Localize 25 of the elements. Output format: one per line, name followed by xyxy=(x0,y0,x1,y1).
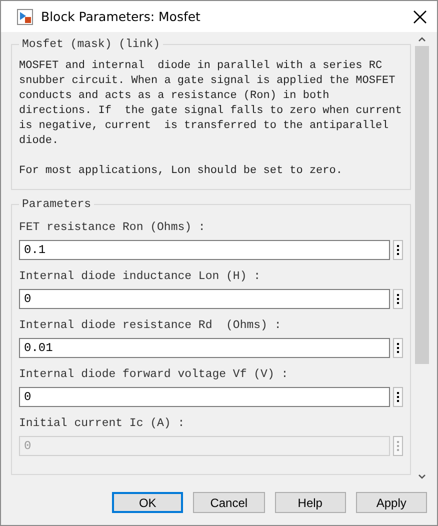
parameter-field[interactable]: 0 xyxy=(19,387,390,407)
parameter-label: Initial current Ic (A) : xyxy=(19,417,186,430)
parameter-label: Internal diode inductance Lon (H) : xyxy=(19,270,262,283)
description-text: For most applications, Lon should be set to zero. xyxy=(19,164,344,179)
dialog-button[interactable]: Apply xyxy=(356,492,428,513)
parameter-label: FET resistance Ron (Ohms) : xyxy=(19,221,206,234)
scroll-thumb[interactable] xyxy=(415,46,429,364)
dialog-button[interactable]: Help xyxy=(274,492,346,513)
block-icon xyxy=(17,8,33,24)
group-title: Parameters xyxy=(21,198,92,211)
parameter-label: Internal diode resistance Rd (Ohms) : xyxy=(19,319,282,332)
options-button[interactable] xyxy=(393,338,403,358)
parameter-field[interactable]: 0.1 xyxy=(19,240,390,260)
group-title: Mosfet (mask) (link) xyxy=(21,38,162,51)
description-text: MOSFET and internal diode in parallel with a series RC snubber circuit. When a gate signal is applied the MOSFET conducts and acts as a resistance (Ron) in both directions. If the gate signal falls to zero when current is negative, current is transferred to the antiparallel diode. xyxy=(19,59,403,149)
options-button[interactable] xyxy=(393,289,403,309)
dialog-button[interactable]: OK xyxy=(112,492,184,513)
options-button[interactable] xyxy=(393,240,403,260)
parameter-field[interactable]: 0 xyxy=(19,289,390,309)
close-icon[interactable] xyxy=(413,10,427,24)
parameter-field[interactable]: 0.01 xyxy=(19,338,390,358)
window-title: Block Parameters: Mosfet xyxy=(41,9,202,24)
dialog-button[interactable]: Cancel xyxy=(193,492,265,513)
options-button[interactable] xyxy=(393,387,403,407)
parameter-label: Internal diode forward voltage Vf (V) : xyxy=(19,368,290,381)
